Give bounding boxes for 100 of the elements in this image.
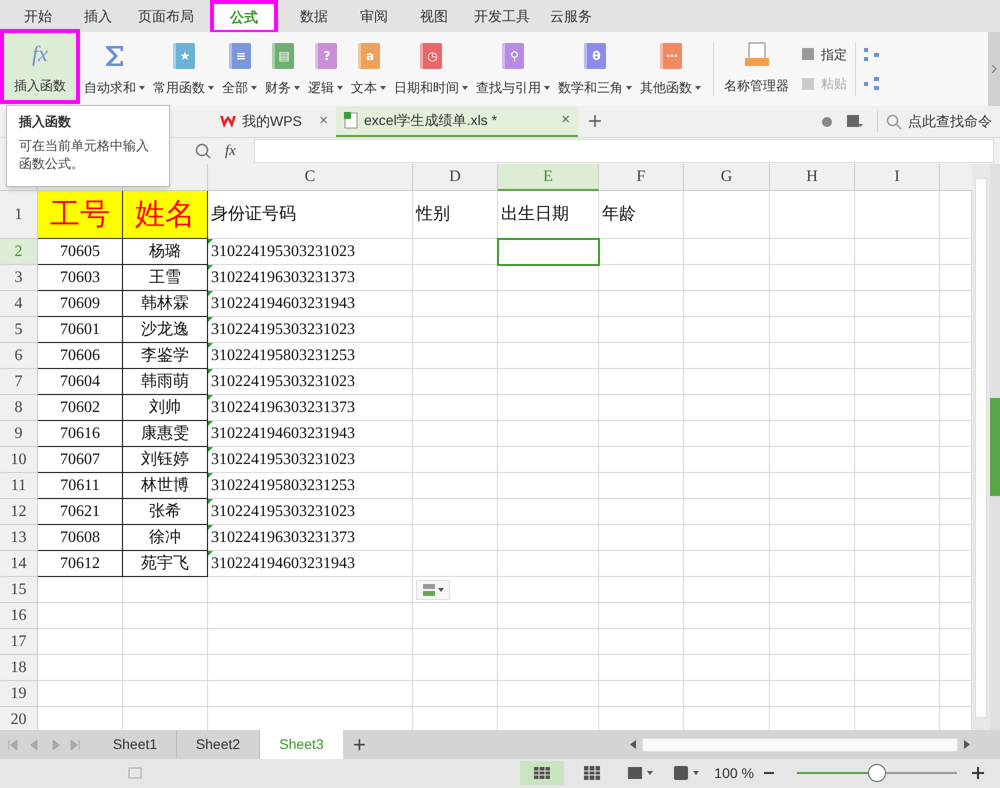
zoom-search-icon[interactable] (195, 143, 211, 159)
row-header[interactable]: 6 (0, 343, 38, 369)
table-cell[interactable]: 杨璐 (123, 239, 208, 265)
table-cell[interactable]: 310224196303231373 (208, 525, 413, 551)
table-cell[interactable]: 王雪 (123, 265, 208, 291)
table-cell[interactable]: 310224195803231253 (208, 473, 413, 499)
table-cell[interactable]: 70603 (38, 265, 123, 291)
name-manager-button[interactable]: 名称管理器 (722, 32, 791, 106)
table-cell[interactable]: 310224196303231373 (208, 265, 413, 291)
paste-options-button[interactable] (416, 580, 450, 600)
page-break-view-icon[interactable] (584, 766, 600, 780)
menu-tab[interactable]: 视图 (404, 0, 464, 32)
row-header[interactable]: 11 (0, 473, 38, 499)
table-cell[interactable]: 310224196303231373 (208, 395, 413, 421)
table-cell[interactable]: 沙龙逸 (123, 317, 208, 343)
table-cell[interactable]: 身份证号码 (208, 191, 413, 239)
add-sheet-button[interactable]: + (343, 730, 376, 759)
row-header[interactable]: 9 (0, 421, 38, 447)
table-cell[interactable]: 310224195803231253 (208, 343, 413, 369)
table-cell[interactable]: 张希 (123, 499, 208, 525)
table-cell[interactable]: 310224195303231023 (208, 239, 413, 265)
sheet-tab[interactable]: Sheet3 (260, 730, 343, 759)
command-search[interactable]: 点此查找命令 (877, 111, 992, 132)
table-cell[interactable]: 310224194603231943 (208, 421, 413, 447)
table-cell[interactable]: 70621 (38, 499, 123, 525)
ribbon-button[interactable]: ★ 常用函数 (150, 32, 217, 106)
trace-icon[interactable] (864, 76, 880, 90)
ribbon-button[interactable]: ◷ 日期和时间 (391, 32, 471, 106)
sheet-navigation-icon[interactable] (8, 740, 80, 750)
row-header[interactable]: 10 (0, 447, 38, 473)
row-header[interactable]: 16 (0, 603, 38, 629)
table-cell[interactable]: 性别 (413, 191, 498, 239)
table-cell[interactable]: 310224195303231023 (208, 369, 413, 395)
insert-function-button[interactable]: fx (225, 140, 236, 162)
row-header[interactable]: 15 (0, 577, 38, 603)
table-cell[interactable]: 310224194603231943 (208, 291, 413, 317)
row-header[interactable]: 14 (0, 551, 38, 577)
ribbon-button[interactable]: ▤ 财务 (262, 32, 303, 106)
table-cell[interactable]: 年龄 (599, 191, 684, 239)
menu-tab[interactable]: 数据 (284, 0, 344, 32)
table-cell[interactable]: 70606 (38, 343, 123, 369)
scroll-right-icon[interactable] (964, 740, 970, 749)
menu-tab[interactable]: 开始 (8, 0, 68, 32)
column-header[interactable]: F (599, 164, 684, 191)
menu-tab[interactable]: 云服务 (540, 0, 602, 32)
ribbon-button[interactable]: θ 数学和三角 (555, 32, 635, 106)
selected-cell[interactable] (497, 238, 600, 266)
table-cell[interactable]: 徐冲 (123, 525, 208, 551)
menu-tab[interactable]: 公式 (210, 0, 278, 34)
ribbon-button[interactable]: ? 逻辑 (305, 32, 346, 106)
row-header[interactable]: 5 (0, 317, 38, 343)
column-header[interactable]: D (413, 164, 498, 191)
row-header[interactable]: 7 (0, 369, 38, 395)
table-cell[interactable]: 310224195303231023 (208, 317, 413, 343)
table-cell[interactable]: 李鉴学 (123, 343, 208, 369)
row-header[interactable]: 20 (0, 707, 38, 730)
menu-tab[interactable]: 页面布局 (128, 0, 204, 32)
table-cell[interactable]: 刘钰婷 (123, 447, 208, 473)
table-cell[interactable]: 310224195303231023 (208, 447, 413, 473)
row-header[interactable]: 18 (0, 655, 38, 681)
column-header[interactable]: I (855, 164, 940, 191)
trace-icon[interactable] (864, 48, 880, 62)
table-cell[interactable]: 310224195303231023 (208, 499, 413, 525)
table-cell[interactable]: 韩雨萌 (123, 369, 208, 395)
row-header[interactable]: 3 (0, 265, 38, 291)
ribbon-button[interactable]: 自动求和 (81, 32, 148, 106)
table-cell[interactable]: 70602 (38, 395, 123, 421)
horizontal-scrollbar[interactable] (642, 738, 958, 752)
close-tab-button[interactable]: × (561, 109, 570, 132)
table-cell[interactable]: 康惠雯 (123, 421, 208, 447)
page-layout-icon[interactable] (628, 767, 654, 779)
row-header[interactable]: 12 (0, 499, 38, 525)
scroll-left-icon[interactable] (630, 740, 636, 749)
table-cell[interactable]: 70611 (38, 473, 123, 499)
table-cell[interactable]: 70604 (38, 369, 123, 395)
table-cell[interactable]: 70605 (38, 239, 123, 265)
table-cell[interactable]: 工号 (38, 191, 123, 239)
row-header[interactable]: 13 (0, 525, 38, 551)
column-header[interactable]: G (684, 164, 770, 191)
ribbon-button[interactable]: a 文本 (348, 32, 389, 106)
column-header[interactable]: C (208, 164, 413, 191)
ribbon-button[interactable]: ⋯ 其他函数 (637, 32, 704, 106)
row-header[interactable]: 17 (0, 629, 38, 655)
table-cell[interactable]: 70607 (38, 447, 123, 473)
row-header[interactable]: 1 (0, 191, 38, 239)
table-cell[interactable]: 310224194603231943 (208, 551, 413, 577)
row-header[interactable]: 19 (0, 681, 38, 707)
table-cell[interactable]: 刘帅 (123, 395, 208, 421)
ribbon-button[interactable]: fx 插入函数 (0, 29, 80, 104)
menu-tab[interactable]: 开发工具 (464, 0, 540, 32)
table-cell[interactable]: 70609 (38, 291, 123, 317)
row-header[interactable]: 8 (0, 395, 38, 421)
close-tab-button[interactable]: × (319, 110, 328, 133)
table-cell[interactable]: 70608 (38, 525, 123, 551)
specify-button[interactable]: 指定 (801, 44, 847, 64)
menu-tab[interactable]: 插入 (68, 0, 128, 32)
document-tab[interactable]: 我的WPS × (212, 106, 336, 137)
row-header[interactable]: 4 (0, 291, 38, 317)
ribbon-button[interactable]: ⚲ 查找与引用 (473, 32, 553, 106)
table-cell[interactable]: 林世博 (123, 473, 208, 499)
